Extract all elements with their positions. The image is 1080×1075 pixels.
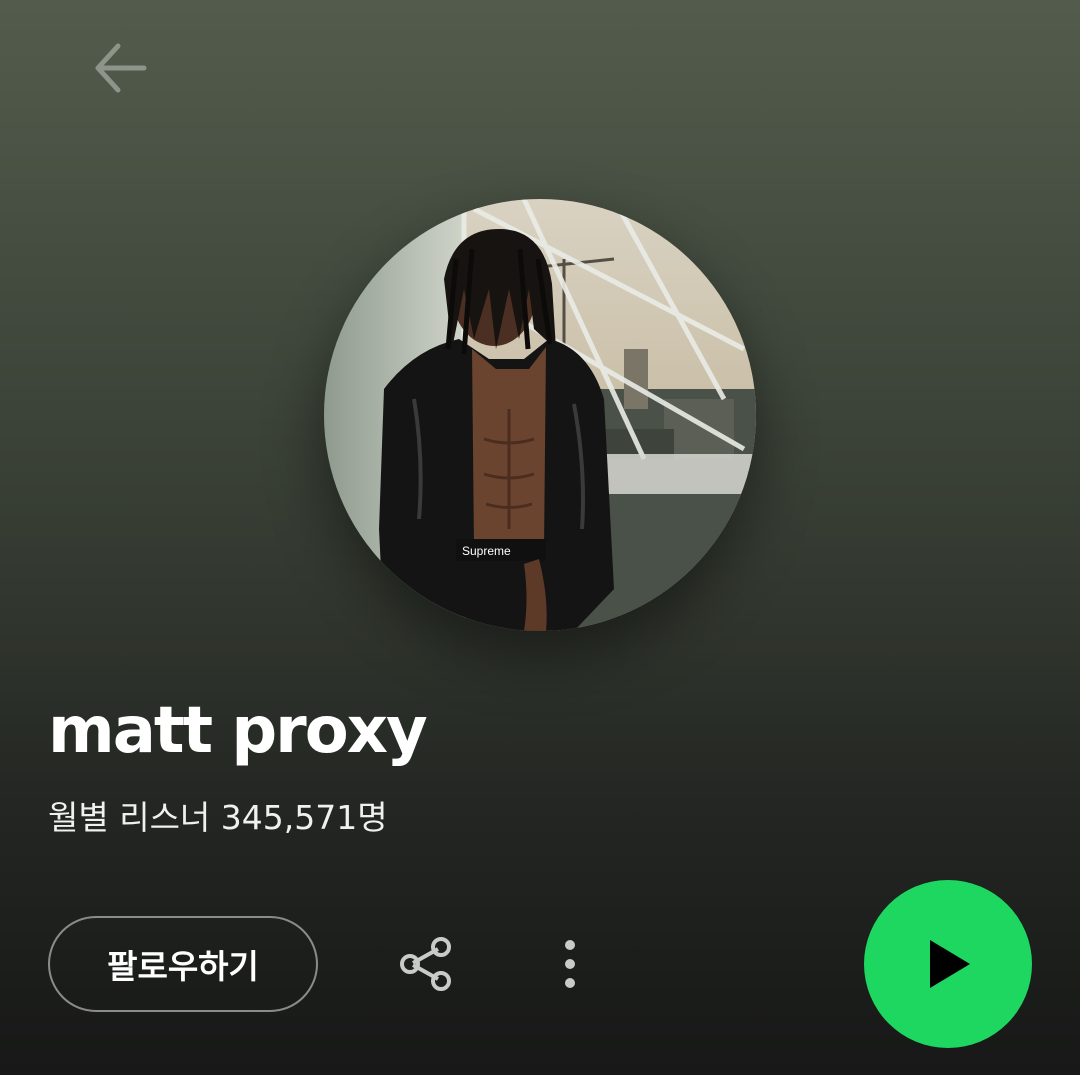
share-icon [400, 937, 451, 991]
more-vertical-icon [565, 940, 575, 988]
monthly-listeners: 월별 리스너 345,571명 [48, 798, 388, 837]
share-button[interactable] [386, 924, 466, 1004]
arrow-left-icon [95, 43, 147, 93]
play-icon [930, 940, 970, 988]
shirt-text: Supreme [462, 544, 511, 558]
artist-photo: Supreme [324, 199, 756, 631]
play-button[interactable] [864, 880, 1032, 1048]
artist-name: matt proxy [48, 694, 428, 768]
follow-button[interactable]: 팔로우하기 [48, 916, 318, 1012]
back-button[interactable] [80, 28, 160, 108]
more-options-button[interactable] [530, 924, 610, 1004]
